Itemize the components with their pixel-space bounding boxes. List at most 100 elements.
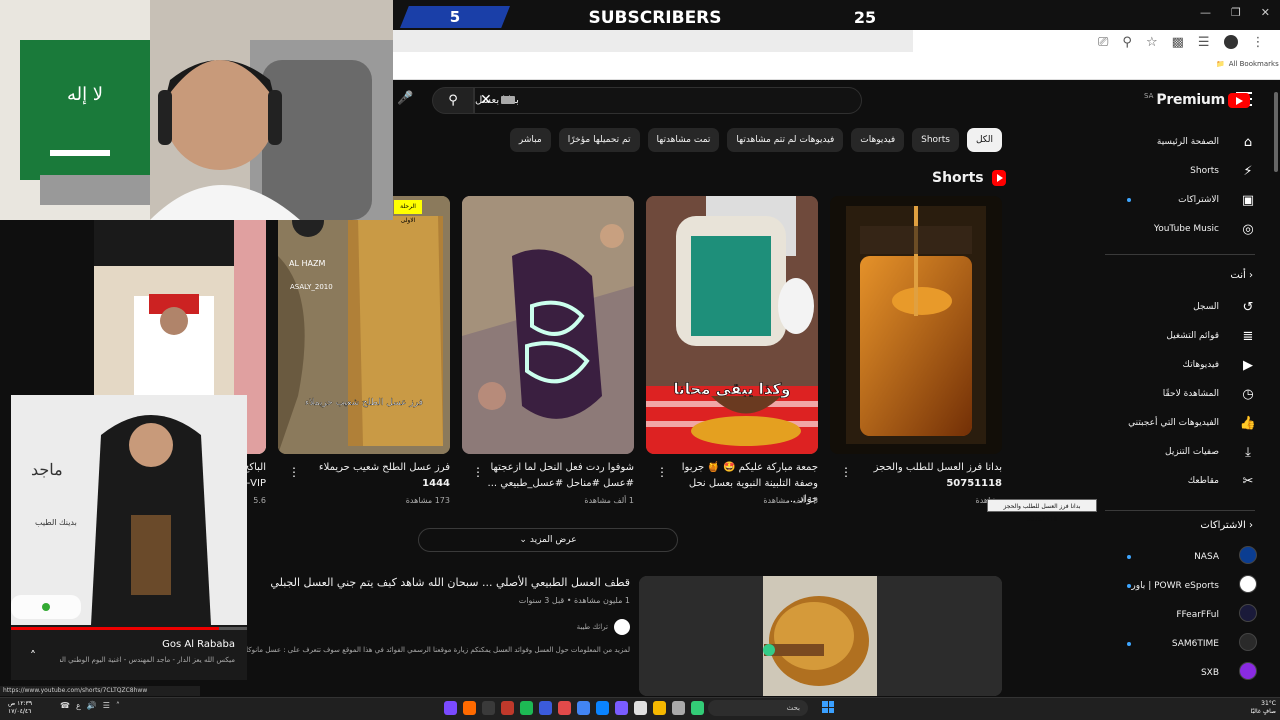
more-options-icon[interactable]: ⋮ [472,465,484,479]
more-options-icon[interactable]: ⋮ [840,465,852,479]
sidebar-item-subscriptions[interactable]: ▣ الاشتراكات [1105,186,1265,214]
video-title[interactable]: قطف العسل الطبيعي الأصلي ... سبحان الله … [250,576,630,589]
short-card-bees[interactable] [462,196,634,454]
taskbar-app-icon[interactable] [520,701,533,715]
album-art-image: ماجد بدينك الطيب [11,395,247,625]
short-title[interactable]: شوفوا ردت فعل النحل لما ازعجتها #عسل #منا… [484,460,634,492]
all-bookmarks[interactable]: 📁 All Bookmarks [1216,60,1279,68]
network-icon[interactable]: ☰ [103,701,110,710]
close-icon[interactable]: ✕ [1261,6,1270,24]
taskbar-search[interactable]: بحث [708,700,808,716]
music-progress-bar[interactable] [11,627,247,630]
subscriber-count-left: 5 [400,6,510,28]
sidebar-item-home[interactable]: ⌂ الصفحة الرئيسية [1105,128,1265,156]
sidebar-item-label: مقاطعك [1187,476,1219,486]
honeycomb-video-image [639,576,1002,696]
taskbar-app-icon[interactable] [672,701,685,715]
short-title-line: فرز عسل الطلح شعيب حريملاء [318,462,450,473]
chip-4[interactable]: تمت مشاهدتها [647,128,720,152]
chip-6[interactable]: مباشر [509,128,551,152]
chevron-up-icon[interactable]: ˄ [30,649,36,663]
taskbar-app-icon[interactable] [463,701,476,715]
tray-chevron-icon[interactable]: ˄ [116,701,120,710]
sidebar-item-shorts[interactable]: ⚡ Shorts [1105,157,1265,185]
short-card-pouring[interactable]: وكذا يبقى محانا [646,196,818,454]
taskbar-app-icon[interactable] [653,701,666,715]
sidebar-subscription[interactable]: SXB [1105,659,1265,687]
sidebar-subscription[interactable]: NASA [1105,543,1265,571]
zoom-icon[interactable]: ⚲ [1122,35,1132,50]
chip-3[interactable]: فيديوهات لم تتم مشاهدتها [727,128,844,152]
taskbar-app-icon[interactable] [539,701,552,715]
taskbar-app-icon[interactable] [615,701,628,715]
sidebar-you-heading[interactable]: أنت › [1230,270,1253,281]
install-app-icon[interactable]: ⎚ [1098,35,1108,50]
channel-name[interactable]: تراثك طيبة [577,623,608,631]
video-channel[interactable]: تراثك طيبة [540,619,630,635]
honeycomb-thumbnail: AL HAZM ASALY_2010 فرز عسل الطلح شعيب حر… [278,196,450,454]
download-icon: ⤓ [1245,444,1251,460]
taskbar-app-icon[interactable] [444,701,457,715]
taskbar-app-icon[interactable] [501,701,514,715]
sidebar-item-download[interactable]: ⤓ صفيات التنزيل [1105,438,1265,466]
page-scrollbar[interactable] [1272,80,1280,697]
windows-start-icon[interactable] [822,701,834,713]
channel-avatar[interactable] [614,619,630,635]
address-bar[interactable] [393,30,913,52]
sidebar-item-history[interactable]: ↺ السجل [1105,293,1265,321]
notification-icon[interactable]: ☎ [60,701,70,710]
minimize-icon[interactable]: — [1200,6,1211,24]
show-more-button[interactable]: ⌄ عرض المزيد [418,528,678,552]
taskbar-app-icon[interactable] [482,701,495,715]
more-options-icon[interactable]: ⋮ [288,465,300,479]
search-button[interactable]: ⚲ [432,87,474,114]
taskbar-app-icon[interactable] [634,701,647,715]
more-options-icon[interactable]: ⋮ [656,465,668,479]
video-thumbnail[interactable] [639,576,1002,696]
chip-2[interactable]: فيديوهات [851,128,905,152]
microphone-icon[interactable]: 🎤 [397,91,413,106]
language-indicator[interactable]: ع [76,701,81,710]
short-card-honey-jar[interactable] [830,196,1002,454]
sidebar-item-clips[interactable]: ✂ مقاطعك [1105,467,1265,495]
taskbar-app-icon[interactable] [691,701,704,715]
sidebar-item-watch-later[interactable]: ◷ المشاهدة لاحقًا [1105,380,1265,408]
short-title[interactable]: بدانا فرز العسل للطلب والحجز 50751118 [852,460,1002,492]
search-input[interactable]: بدانا بعسل [474,87,862,114]
sidebar-item-label: الصفحة الرئيسية [1156,137,1219,147]
sidebar-item-like[interactable]: 👍 الفيديوهات التي أعجبتني [1105,409,1265,437]
sidebar-subscription[interactable]: SAM6TIME [1105,630,1265,658]
extensions-icon[interactable]: ▩ [1172,35,1184,50]
chevron-right-icon: › [1249,270,1253,281]
sidebar-item-music[interactable]: ◎ YouTube Music [1105,215,1265,243]
restore-icon[interactable]: ❐ [1231,6,1241,24]
browser-menu-icon[interactable]: ⋮ [1252,35,1265,50]
bookmark-star-icon[interactable]: ☆ [1146,35,1158,50]
shorts-heading-label: Shorts [932,170,984,186]
youtube-premium-logo[interactable]: SA Premium [1144,92,1250,108]
taskbar-app-icon[interactable] [596,701,609,715]
sidebar-item-your-videos[interactable]: ▶ فيديوهاتك [1105,351,1265,379]
volume-icon[interactable]: 🔊 [87,701,97,710]
short-card-honeycomb[interactable]: AL HAZM ASALY_2010 فرز عسل الطلح شعيب حر… [278,196,450,454]
sidebar-subscription[interactable]: FFearFFul [1105,601,1265,629]
sidebar-subscription[interactable]: باور | POWR eSports [1105,572,1265,600]
clear-search-icon[interactable]: ✕ [480,92,492,108]
profile-avatar[interactable] [1223,35,1238,49]
sidebar-item-playlist[interactable]: ≣ قوائم التشغيل [1105,322,1265,350]
media-icon[interactable]: ☰ [1198,35,1210,50]
chip-0[interactable]: الكل [966,128,1002,152]
sidebar-subscriptions-heading[interactable]: الاشتراكات › [1200,520,1253,531]
taskbar-weather[interactable]: 31°C صافٍ غالبًا [1240,700,1276,716]
channel-avatar [1231,662,1265,684]
taskbar-clock[interactable]: ١٢:٣٩ ص ١٧/٠٤/٤٦ [8,700,38,716]
taskbar-app-icon[interactable] [577,701,590,715]
scrollbar-thumb[interactable] [1274,92,1278,172]
filter-chips: الكل Shorts فيديوهات فيديوهات لم تتم مشاهدت… [509,128,1002,152]
chip-1[interactable]: Shorts [912,128,959,152]
keyboard-icon[interactable] [501,96,515,104]
chip-5[interactable]: تم تحميلها مؤخرًا [558,128,640,152]
sidebar-divider [1105,510,1255,511]
short-title[interactable]: فرز عسل الطلح شعيب حريملاء 1444 [300,460,450,492]
taskbar-app-icon[interactable] [558,701,571,715]
